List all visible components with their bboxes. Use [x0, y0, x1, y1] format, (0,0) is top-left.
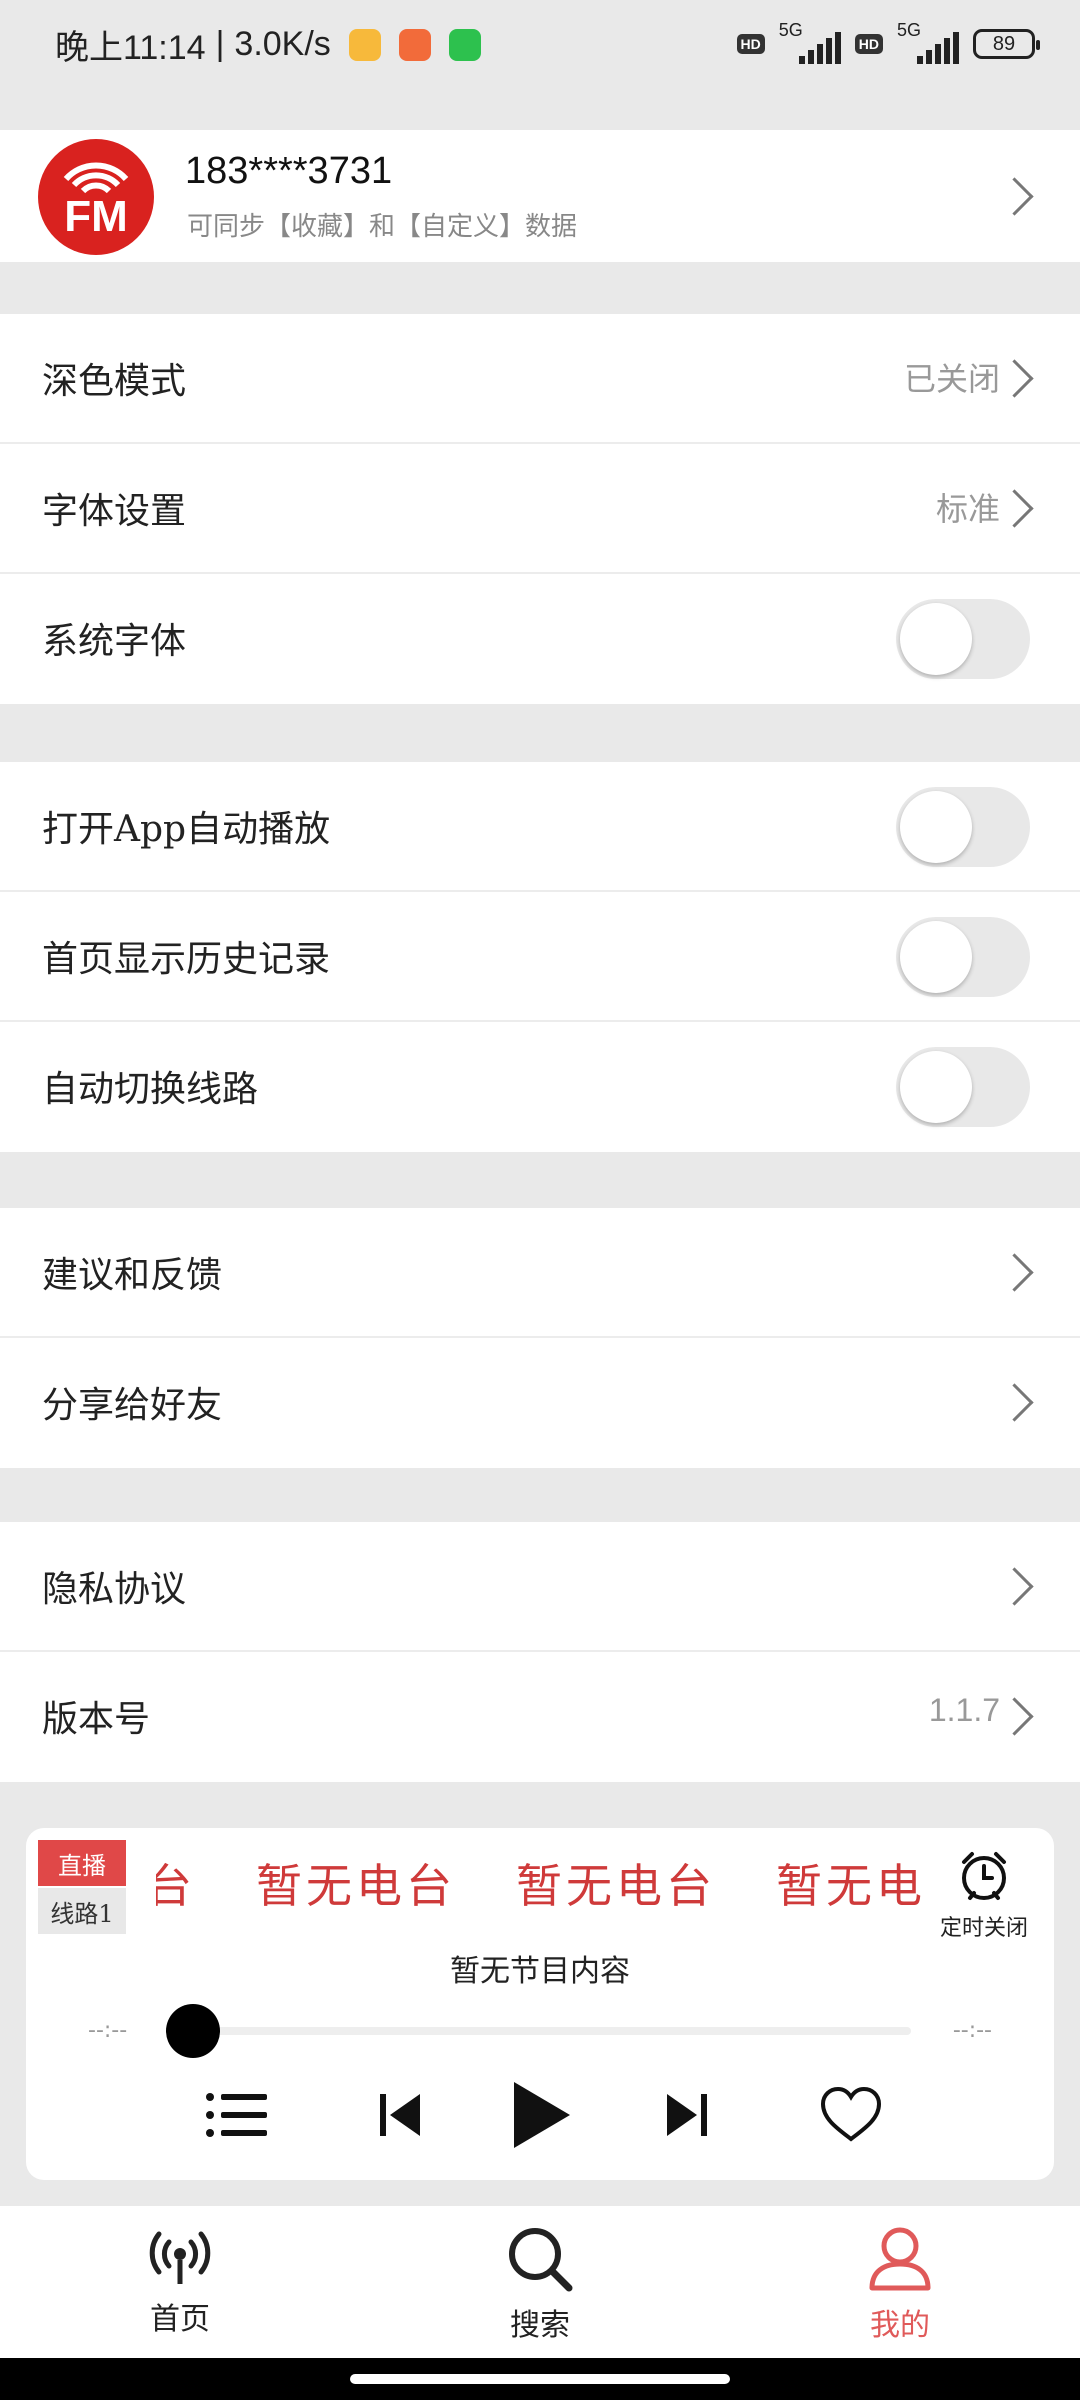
- settings-group-display: 深色模式 已关闭 字体设置 标准 系统字体: [0, 314, 1080, 704]
- marquee-item: 暂无电台: [776, 1859, 926, 1913]
- auto-switch-label: 自动切换线路: [42, 1069, 259, 1110]
- privacy-row[interactable]: 隐私协议: [0, 1522, 1080, 1652]
- search-icon: [509, 2228, 573, 2292]
- nav-mine-label: 我的: [870, 2308, 930, 2343]
- progress-track[interactable]: [191, 2027, 911, 2035]
- sleep-timer-label: 定时关闭: [939, 1916, 1028, 1941]
- sync-hint: 可同步【收藏】和【自定义】数据: [187, 212, 578, 242]
- user-icon: [869, 2227, 931, 2291]
- chevron-right-icon: [995, 359, 1034, 398]
- status-time: 晚上11:14: [55, 29, 206, 67]
- nav-home-label: 首页: [150, 2302, 210, 2337]
- home-indicator[interactable]: [350, 2374, 730, 2384]
- version-label: 版本号: [42, 1699, 151, 1740]
- hd-badge: HD: [736, 34, 765, 54]
- playlist-icon: [206, 2093, 267, 2137]
- status-left: 晚上11:14 | 3.0K/s: [55, 20, 481, 69]
- bottom-nav: 首页 搜索 我的: [0, 2206, 1080, 2358]
- progress-thumb[interactable]: [166, 2004, 220, 2058]
- hd-badge: HD: [854, 34, 883, 54]
- dark-mode-label: 深色模式: [42, 361, 187, 402]
- toggle-knob: [900, 603, 972, 675]
- share-row[interactable]: 分享给好友: [0, 1338, 1080, 1468]
- heart-icon: [820, 2087, 882, 2142]
- marquee-item: 暂无电台: [256, 1859, 456, 1913]
- feedback-row[interactable]: 建议和反馈: [0, 1208, 1080, 1338]
- station-marquee: 台 暂无电台 暂无电台 暂无电台: [156, 1850, 926, 1914]
- history-toggle[interactable]: [896, 917, 1030, 997]
- skip-previous-icon: [380, 2094, 420, 2136]
- nav-home[interactable]: 首页: [120, 2226, 240, 2338]
- chevron-right-icon: [995, 177, 1034, 216]
- program-info: 暂无节目内容: [450, 1954, 630, 1989]
- line-selector[interactable]: 线路1: [38, 1888, 126, 1934]
- autoplay-row: 打开App自动播放: [0, 762, 1080, 892]
- system-font-label: 系统字体: [42, 621, 187, 662]
- settings-group-social: 建议和反馈 分享给好友: [0, 1208, 1080, 1468]
- chevron-right-icon: [995, 1253, 1034, 1292]
- mini-player: 直播 线路1 台 暂无电台 暂无电台 暂无电台 定时关闭 暂无节目内容 --:-- -…: [26, 1828, 1054, 2180]
- sleep-timer-button[interactable]: 定时关闭: [934, 1848, 1034, 1942]
- autoplay-toggle[interactable]: [896, 787, 1030, 867]
- marquee-item: 台: [156, 1859, 196, 1913]
- system-font-row: 系统字体: [0, 574, 1080, 704]
- radio-tower-icon: [149, 2231, 211, 2284]
- toggle-knob: [900, 921, 972, 993]
- play-icon: [514, 2082, 570, 2148]
- signal-icon: 5G: [775, 20, 845, 64]
- elapsed-time: --:--: [88, 2018, 128, 2043]
- dark-mode-value: 已关闭: [903, 360, 1000, 398]
- previous-button[interactable]: [371, 2080, 431, 2150]
- nav-search-label: 搜索: [510, 2308, 570, 2343]
- font-settings-row[interactable]: 字体设置 标准: [0, 444, 1080, 574]
- notes-app-icon: [348, 28, 381, 61]
- status-right: HD 5G HD 5G 89: [736, 20, 1040, 64]
- auto-switch-toggle[interactable]: [896, 1047, 1030, 1127]
- next-button[interactable]: [656, 2080, 716, 2150]
- version-value: 1.1.7: [928, 1692, 1000, 1728]
- battery-level: 89: [992, 32, 1016, 55]
- status-bar: 晚上11:14 | 3.0K/s HD 5G HD 5G 89: [0, 0, 1080, 92]
- favorite-button[interactable]: [811, 2080, 891, 2150]
- shopping-app-icon: [398, 28, 431, 61]
- user-phone: 183****3731: [185, 150, 393, 192]
- share-label: 分享给好友: [42, 1385, 223, 1426]
- dark-mode-row[interactable]: 深色模式 已关闭: [0, 314, 1080, 444]
- version-row[interactable]: 版本号 1.1.7: [0, 1652, 1080, 1782]
- autoplay-label: 打开App自动播放: [42, 809, 331, 850]
- chevron-right-icon: [995, 1383, 1034, 1422]
- alarm-clock-icon: [962, 1852, 1006, 1900]
- chevron-right-icon: [995, 1567, 1034, 1606]
- font-settings-value: 标准: [935, 490, 1000, 528]
- svg-text:FM: FM: [64, 192, 128, 241]
- signal-icon: 5G: [893, 20, 963, 64]
- chevron-right-icon: [995, 489, 1034, 528]
- nav-mine[interactable]: 我的: [840, 2226, 960, 2344]
- feedback-label: 建议和反馈: [42, 1255, 223, 1296]
- total-time: --:--: [952, 2018, 992, 2043]
- settings-group-playback: 打开App自动播放 首页显示历史记录 自动切换线路: [0, 762, 1080, 1152]
- font-settings-label: 字体设置: [42, 491, 187, 532]
- toggle-knob: [900, 791, 972, 863]
- toggle-knob: [900, 1051, 972, 1123]
- nav-search[interactable]: 搜索: [480, 2226, 600, 2344]
- privacy-label: 隐私协议: [42, 1569, 187, 1610]
- chevron-right-icon: [995, 1697, 1034, 1736]
- network-speed: 3.0K/s: [234, 25, 331, 63]
- app-logo: FM: [38, 139, 154, 255]
- status-separator: |: [215, 25, 225, 63]
- wechat-icon: [448, 28, 481, 61]
- auto-switch-row: 自动切换线路: [0, 1022, 1080, 1152]
- live-tag[interactable]: 直播: [38, 1840, 126, 1886]
- settings-group-about: 隐私协议 版本号 1.1.7: [0, 1522, 1080, 1782]
- history-label: 首页显示历史记录: [42, 939, 331, 980]
- profile-card[interactable]: FM 183****3731 可同步【收藏】和【自定义】数据: [0, 130, 1080, 262]
- battery-icon: 89: [973, 29, 1040, 59]
- play-button[interactable]: [501, 2080, 581, 2150]
- skip-next-icon: [667, 2094, 707, 2136]
- playlist-button[interactable]: [201, 2080, 271, 2150]
- marquee-item: 暂无电台: [516, 1859, 716, 1913]
- history-row: 首页显示历史记录: [0, 892, 1080, 1022]
- system-font-toggle[interactable]: [896, 599, 1030, 679]
